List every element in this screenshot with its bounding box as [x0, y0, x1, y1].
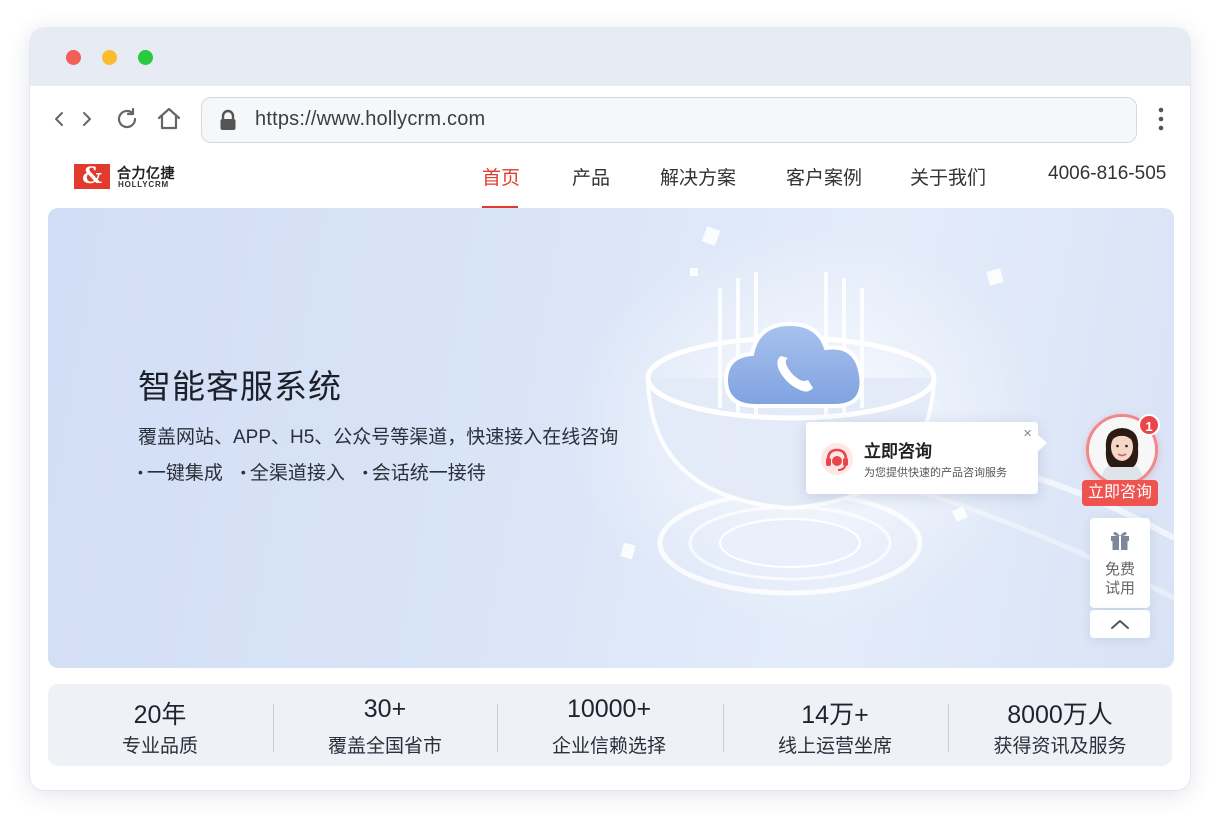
title-bar: [30, 28, 1190, 86]
consult-title: 立即咨询: [864, 442, 932, 461]
reload-icon[interactable]: [114, 106, 140, 132]
close-icon[interactable]: ×: [1023, 425, 1032, 442]
hotline-number: 4006-816-505: [1048, 163, 1167, 184]
free-trial-button[interactable]: 免费 试用: [1090, 518, 1150, 608]
chevron-up-icon: [1111, 620, 1129, 629]
stat-value: 10000+: [566, 695, 652, 723]
stat-label: 获得资讯及服务: [993, 736, 1127, 757]
nav-about[interactable]: 关于我们: [910, 163, 986, 190]
logo-en-text: HOLLYCRM: [118, 180, 169, 189]
browser-toolbar: https://www.hollycrm.com: [30, 86, 1190, 152]
back-to-top-button[interactable]: [1090, 610, 1150, 638]
stat-value: 8000万人: [1007, 701, 1113, 729]
feature-item: 全渠道接入: [241, 458, 345, 485]
stat-label: 线上运营坐席: [777, 736, 892, 757]
lock-icon: [218, 109, 238, 131]
logo-mark: &: [74, 164, 110, 189]
stats-bar: 20年 专业品质 30+ 覆盖全国省市 10000+ 企业信赖选择 14万+ 线…: [48, 684, 1172, 766]
stat-value: 30+: [363, 695, 407, 723]
site-header: & 合力亿捷 HOLLYCRM 首页 产品 解决方案 客户案例 关于我们 400…: [30, 152, 1190, 208]
notification-badge: 1: [1138, 414, 1160, 436]
free-trial-label: 免费 试用: [1104, 561, 1135, 597]
stat-item: 8000万人 获得资讯及服务: [948, 684, 1172, 766]
feature-item: 一键集成: [138, 458, 223, 485]
headset-icon: [820, 442, 854, 476]
stat-label: 专业品质: [121, 736, 198, 757]
nav-home[interactable]: 首页: [482, 163, 520, 190]
more-icon[interactable]: [1151, 104, 1171, 134]
feature-list: 一键集成 全渠道接入 会话统一接待: [138, 458, 504, 485]
home-icon[interactable]: [155, 105, 183, 133]
nav-solutions[interactable]: 解决方案: [660, 163, 736, 190]
url-text[interactable]: https://www.hollycrm.com: [255, 108, 485, 131]
banner-subtitle: 覆盖网站、APP、H5、公众号等渠道，快速接入在线咨询: [138, 427, 619, 448]
nav-products[interactable]: 产品: [572, 163, 610, 190]
close-window-button[interactable]: [66, 50, 81, 65]
consult-description: 为您提供快速的产品咨询服务: [864, 467, 1007, 479]
consult-now-button[interactable]: 立即咨询: [1082, 480, 1158, 506]
stat-item: 10000+ 企业信赖选择: [497, 684, 721, 766]
stat-item: 30+ 覆盖全国省市: [273, 684, 497, 766]
gift-icon: [1109, 529, 1131, 551]
consult-popup[interactable]: 立即咨询 为您提供快速的产品咨询服务 ×: [806, 422, 1047, 494]
address-bar[interactable]: https://www.hollycrm.com: [201, 97, 1137, 143]
forward-icon[interactable]: [76, 107, 96, 131]
stat-label: 企业信赖选择: [551, 736, 666, 757]
stat-value: 14万+: [801, 701, 869, 729]
stat-value: 20年: [133, 701, 187, 729]
minimize-window-button[interactable]: [102, 50, 117, 65]
stat-item: 14万+ 线上运营坐席: [723, 684, 947, 766]
browser-window: https://www.hollycrm.com & 合力亿捷 HOLLYCRM…: [30, 28, 1190, 790]
banner-title: 智能客服系统: [138, 368, 342, 405]
site-logo[interactable]: & 合力亿捷 HOLLYCRM: [74, 164, 184, 190]
maximize-window-button[interactable]: [138, 50, 153, 65]
back-icon[interactable]: [50, 107, 70, 131]
stat-item: 20年 专业品质: [48, 684, 272, 766]
nav-cases[interactable]: 客户案例: [786, 163, 862, 190]
stat-label: 覆盖全国省市: [327, 736, 442, 757]
feature-item: 会话统一接待: [363, 458, 486, 485]
